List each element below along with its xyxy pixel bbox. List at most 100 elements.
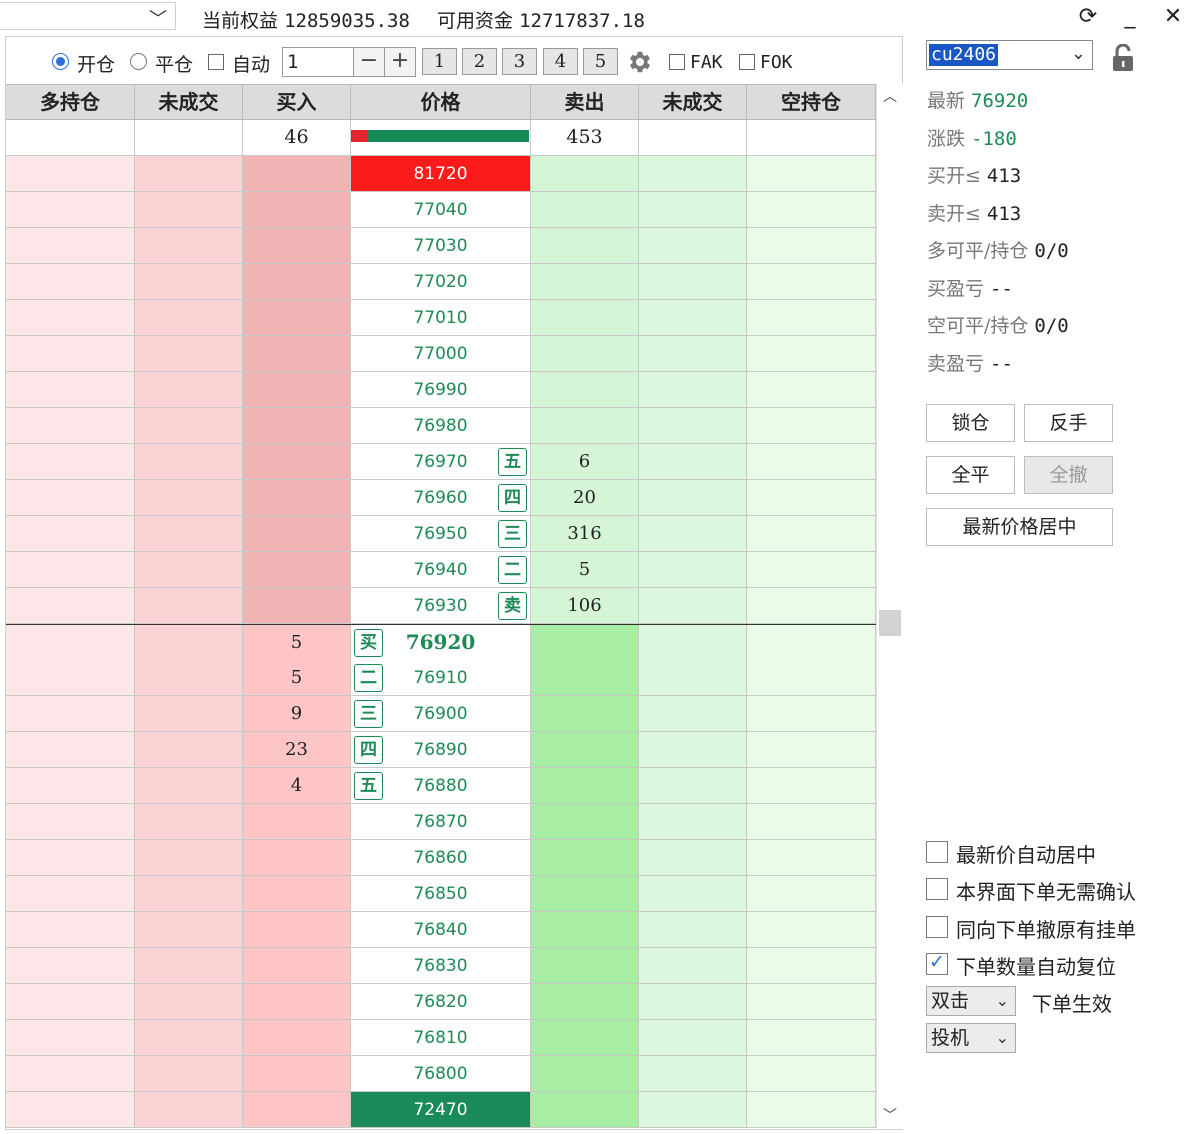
- price-cell[interactable]: 76910 二: [351, 660, 531, 696]
- short-position-cell[interactable]: [747, 264, 876, 300]
- long-position-cell[interactable]: [6, 1092, 135, 1128]
- fok-checkbox[interactable]: [739, 54, 755, 70]
- buy-pending-cell[interactable]: [135, 192, 243, 228]
- sell-qty-cell[interactable]: [531, 660, 639, 696]
- buy-qty-cell[interactable]: 4: [243, 768, 351, 804]
- sell-qty-cell[interactable]: [531, 156, 639, 192]
- sell-pending-cell[interactable]: [639, 696, 747, 732]
- long-position-cell[interactable]: [6, 228, 135, 264]
- sell-pending-cell[interactable]: [639, 1020, 747, 1056]
- buy-qty-cell[interactable]: [243, 336, 351, 372]
- buy-pending-cell[interactable]: [135, 336, 243, 372]
- buy-qty-cell[interactable]: [243, 264, 351, 300]
- buy-pending-cell[interactable]: [135, 768, 243, 804]
- sell-qty-cell[interactable]: [531, 336, 639, 372]
- price-cell[interactable]: 77030: [351, 228, 531, 264]
- center-latest-price-button[interactable]: 最新价格居中: [926, 508, 1113, 546]
- reset-quantity-checkbox[interactable]: [926, 951, 948, 975]
- long-position-cell[interactable]: [6, 912, 135, 948]
- sell-qty-cell[interactable]: 106: [531, 588, 639, 624]
- short-position-cell[interactable]: [747, 625, 876, 661]
- short-position-cell[interactable]: [747, 444, 876, 480]
- long-position-cell[interactable]: [6, 372, 135, 408]
- sell-pending-cell[interactable]: [639, 1056, 747, 1092]
- buy-qty-cell[interactable]: [243, 984, 351, 1020]
- buy-qty-cell[interactable]: [243, 588, 351, 624]
- buy-qty-cell[interactable]: [243, 1020, 351, 1056]
- long-position-cell[interactable]: [6, 696, 135, 732]
- price-cell[interactable]: 76860: [351, 840, 531, 876]
- short-position-cell[interactable]: [747, 948, 876, 984]
- short-position-cell[interactable]: [747, 840, 876, 876]
- price-cell[interactable]: 76990: [351, 372, 531, 408]
- price-cell[interactable]: 76810: [351, 1020, 531, 1056]
- price-cell[interactable]: 76900 三: [351, 696, 531, 732]
- account-select[interactable]: ﹀: [0, 2, 176, 30]
- sell-pending-cell[interactable]: [639, 948, 747, 984]
- sell-pending-cell[interactable]: [639, 300, 747, 336]
- long-position-cell[interactable]: [6, 1020, 135, 1056]
- long-position-cell[interactable]: [6, 660, 135, 696]
- sell-qty-cell[interactable]: [531, 192, 639, 228]
- sell-pending-cell[interactable]: [639, 984, 747, 1020]
- long-position-cell[interactable]: [6, 408, 135, 444]
- price-cell[interactable]: 76970 五: [351, 444, 531, 480]
- short-position-cell[interactable]: [747, 192, 876, 228]
- sell-qty-cell[interactable]: [531, 912, 639, 948]
- close-position-radio[interactable]: [130, 53, 147, 70]
- long-position-cell[interactable]: [6, 1056, 135, 1092]
- sell-qty-cell[interactable]: [531, 408, 639, 444]
- sell-pending-cell[interactable]: [639, 516, 747, 552]
- price-cell[interactable]: 76840: [351, 912, 531, 948]
- scroll-thumb[interactable]: [879, 610, 901, 636]
- sell-qty-cell[interactable]: 5: [531, 552, 639, 588]
- long-position-cell[interactable]: [6, 480, 135, 516]
- auto-checkbox[interactable]: [208, 54, 224, 70]
- short-position-cell[interactable]: [747, 696, 876, 732]
- price-cell[interactable]: 77040: [351, 192, 531, 228]
- buy-pending-cell[interactable]: [135, 1020, 243, 1056]
- sell-qty-cell[interactable]: [531, 732, 639, 768]
- sell-pending-cell[interactable]: [639, 552, 747, 588]
- price-cell[interactable]: 77010: [351, 300, 531, 336]
- sell-qty-cell[interactable]: [531, 372, 639, 408]
- sell-pending-cell[interactable]: [639, 840, 747, 876]
- sell-pending-cell[interactable]: [639, 588, 747, 624]
- long-position-cell[interactable]: [6, 625, 135, 661]
- buy-qty-cell[interactable]: 9: [243, 696, 351, 732]
- sell-pending-cell[interactable]: [639, 732, 747, 768]
- buy-pending-cell[interactable]: [135, 264, 243, 300]
- buy-qty-cell[interactable]: [243, 192, 351, 228]
- sell-pending-cell[interactable]: [639, 1092, 747, 1128]
- price-cell[interactable]: 76980: [351, 408, 531, 444]
- no-confirm-checkbox[interactable]: [926, 878, 948, 900]
- buy-pending-cell[interactable]: [135, 372, 243, 408]
- buy-pending-cell[interactable]: [135, 625, 243, 661]
- increase-quantity-button[interactable]: +: [384, 47, 416, 77]
- short-position-cell[interactable]: [747, 408, 876, 444]
- sell-pending-cell[interactable]: [639, 876, 747, 912]
- buy-qty-cell[interactable]: [243, 408, 351, 444]
- sell-qty-cell[interactable]: [531, 228, 639, 264]
- price-cell[interactable]: 76890 四: [351, 732, 531, 768]
- sell-pending-cell[interactable]: [639, 372, 747, 408]
- buy-pending-cell[interactable]: [135, 300, 243, 336]
- long-position-cell[interactable]: [6, 552, 135, 588]
- open-position-radio[interactable]: [52, 53, 69, 70]
- short-position-cell[interactable]: [747, 300, 876, 336]
- buy-qty-cell[interactable]: [243, 912, 351, 948]
- sell-pending-cell[interactable]: [639, 264, 747, 300]
- long-position-cell[interactable]: [6, 516, 135, 552]
- reverse-position-button[interactable]: 反手: [1024, 404, 1113, 442]
- sell-qty-cell[interactable]: [531, 948, 639, 984]
- sell-qty-cell[interactable]: [531, 1092, 639, 1128]
- buy-qty-cell[interactable]: [243, 156, 351, 192]
- price-cell[interactable]: 76930 卖: [351, 588, 531, 624]
- long-position-cell[interactable]: [6, 732, 135, 768]
- price-cell[interactable]: 81720: [351, 156, 531, 192]
- price-cell[interactable]: 77000: [351, 336, 531, 372]
- buy-pending-cell[interactable]: [135, 588, 243, 624]
- sell-qty-cell[interactable]: [531, 1056, 639, 1092]
- short-position-cell[interactable]: [747, 876, 876, 912]
- preset-qty-button-2[interactable]: 2: [462, 48, 497, 75]
